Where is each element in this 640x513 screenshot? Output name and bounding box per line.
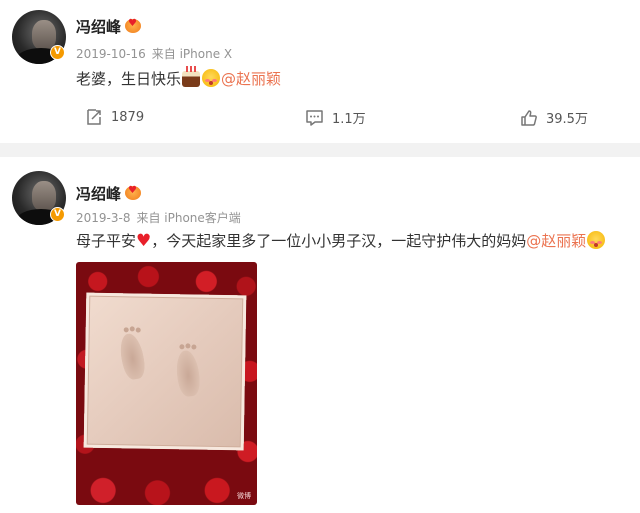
like-button[interactable]: 39.5万 (520, 108, 588, 127)
heart-emoji-icon (125, 185, 142, 200)
post-meta: 2019-10-16 来自 iPhone X (76, 45, 238, 62)
comment-icon (306, 109, 323, 126)
post-source: 来自 iPhone客户端 (136, 211, 241, 225)
thumbs-up-icon (521, 109, 537, 126)
footprint-right (174, 349, 202, 398)
footprint-plaque (83, 292, 247, 451)
username[interactable]: 冯绍峰 (76, 16, 142, 37)
mention-link[interactable]: @赵丽颖 (526, 232, 586, 250)
shy-face-emoji-icon (202, 69, 221, 87)
verified-badge-icon: V (50, 45, 65, 60)
post-text-content: 老婆，生日快乐 (76, 70, 182, 88)
repost-count: 1879 (111, 109, 145, 125)
cake-emoji-icon (182, 66, 201, 87)
post-text-part-1: 母子平安 (76, 232, 137, 250)
red-heart-emoji-icon: ♥ (136, 231, 152, 251)
action-bar: 1879 1.1万 39.5万 (0, 104, 640, 134)
photo-watermark: 微博 (237, 492, 251, 500)
shy-face-emoji-icon (587, 231, 606, 249)
mention-link[interactable]: @赵丽颖 (221, 70, 281, 88)
post-text: 老婆，生日快乐 @赵丽颖 (76, 66, 281, 89)
username-text[interactable]: 冯绍峰 (76, 185, 121, 203)
post-date[interactable]: 2019-10-16 (76, 47, 146, 61)
weibo-post-1: V 冯绍峰 2019-10-16来自 iPhone X 老婆，生日快乐@赵丽颖 … (0, 0, 640, 143)
post-source: 来自 iPhone X (151, 47, 233, 61)
post-photo-footprints[interactable]: 微博 (76, 262, 257, 505)
like-count: 39.5万 (546, 112, 588, 127)
comment-button[interactable]: 1.1万 (305, 108, 366, 127)
verified-badge-icon: V (50, 207, 65, 222)
repost-button[interactable]: 1879 (85, 108, 144, 126)
post-meta: 2019-3-8 来自 iPhone客户端 (76, 209, 247, 226)
repost-icon (87, 109, 101, 125)
weibo-post-2: V 冯绍峰 2019-3-8 来自 iPhone客户端 母子平安♥，今天起家里多了… (0, 157, 640, 513)
username[interactable]: 冯绍峰 (76, 183, 142, 204)
heart-emoji-icon (125, 18, 142, 33)
post-text-part-2: ，今天起家里多了一位小小男子汉，一起守护伟大的妈妈 (151, 232, 527, 250)
post-text: 母子平安♥，今天起家里多了一位小小男子汉，一起守护伟大的妈妈@赵丽颖 (76, 230, 606, 251)
comment-count: 1.1万 (332, 112, 366, 127)
post-date[interactable]: 2019-3-8 (76, 211, 130, 225)
footprint-left (117, 331, 148, 382)
username-text[interactable]: 冯绍峰 (76, 18, 121, 36)
